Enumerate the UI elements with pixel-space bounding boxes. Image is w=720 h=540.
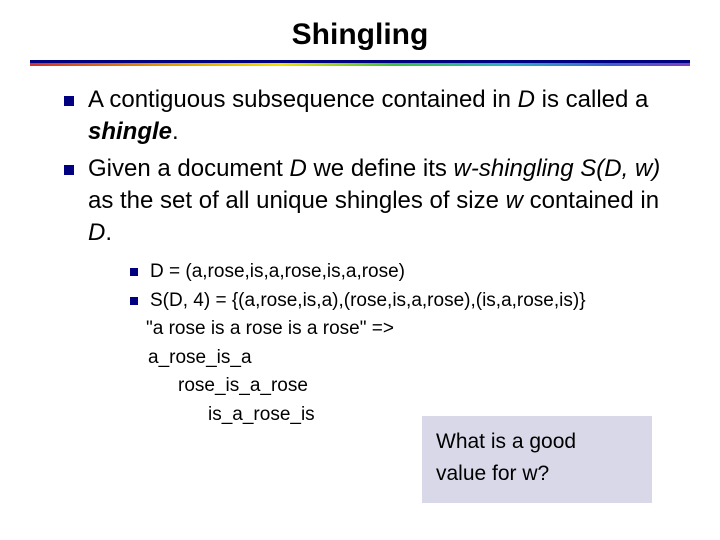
callout-box: What is a good value for w? bbox=[422, 416, 652, 503]
sub-item-SD4: S(D, 4) = {(a,rose,is,a),(rose,is,a,rose… bbox=[128, 287, 680, 316]
slide-title: Shingling bbox=[0, 0, 720, 60]
slide: { "title": "Shingling", "bullets": [ { "… bbox=[0, 0, 720, 540]
sub-item-D: D = (a,rose,is,a,rose,is,a,rose) bbox=[128, 258, 680, 287]
sub-content: D = (a,rose,is,a,rose,is,a,rose) S(D, 4)… bbox=[60, 258, 680, 429]
text: we define its bbox=[307, 155, 454, 182]
text: as the set of all unique shingles of siz… bbox=[88, 187, 506, 214]
slide-content: A contiguous subsequence contained in D … bbox=[0, 84, 720, 429]
var-w: w bbox=[506, 187, 523, 214]
bullet-item-shingle-def: A contiguous subsequence contained in D … bbox=[60, 84, 680, 147]
shingle-example-2: rose_is_a_rose bbox=[88, 372, 680, 401]
title-separator bbox=[30, 60, 690, 66]
text: . bbox=[172, 118, 179, 145]
text: Given a document bbox=[88, 155, 289, 182]
callout-line-1: What is a good bbox=[436, 426, 638, 458]
shingle-example-1: a_rose_is_a bbox=[88, 344, 680, 373]
bullet-item-wshingling-def: Given a document D we define its w-shing… bbox=[60, 153, 680, 248]
text: . bbox=[105, 219, 112, 246]
sub-bullet-list: D = (a,rose,is,a,rose,is,a,rose) S(D, 4)… bbox=[88, 258, 680, 315]
var-D: D bbox=[88, 219, 105, 246]
text: contained in bbox=[523, 187, 659, 214]
main-bullet-list: A contiguous subsequence contained in D … bbox=[60, 84, 680, 248]
text: A contiguous subsequence contained in bbox=[88, 86, 518, 113]
separator-rainbow-line bbox=[30, 63, 690, 66]
term-shingle: shingle bbox=[88, 118, 172, 145]
term-wshingling: w-shingling bbox=[454, 155, 574, 182]
term-SDw: S(D, w) bbox=[580, 155, 660, 182]
text: is called a bbox=[535, 86, 648, 113]
callout-line-2: value for w? bbox=[436, 458, 638, 490]
var-D: D bbox=[289, 155, 306, 182]
quote-line: "a rose is a rose is a rose" => bbox=[88, 315, 680, 344]
var-D: D bbox=[518, 86, 535, 113]
